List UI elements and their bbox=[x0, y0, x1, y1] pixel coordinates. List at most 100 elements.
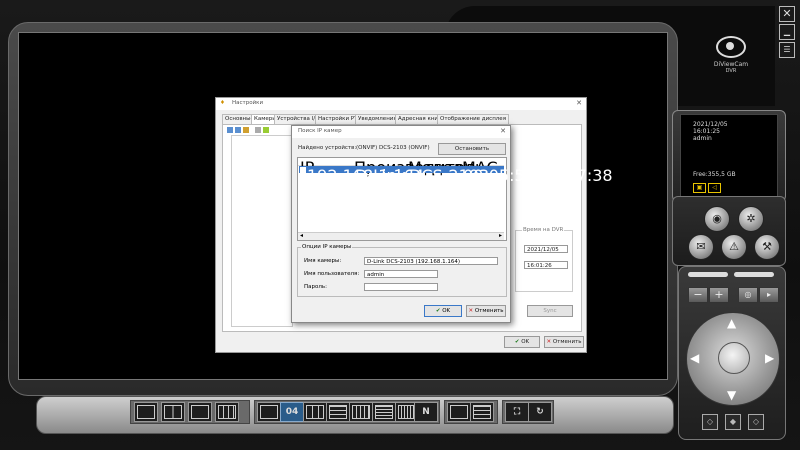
focus-slider[interactable] bbox=[734, 272, 774, 277]
filmstrip-button[interactable] bbox=[470, 402, 494, 422]
layout-grid-icon bbox=[218, 405, 236, 419]
stop-scan-button[interactable]: Остановить сканирование bbox=[438, 143, 506, 162]
sync-button[interactable]: Sync bbox=[527, 305, 573, 317]
ptz-right-icon[interactable]: ▶ bbox=[765, 351, 774, 365]
camera-name-field[interactable]: D-Link DCS-2103 (192.168.1.164) bbox=[364, 257, 498, 265]
close-button[interactable]: ✕ bbox=[779, 6, 795, 22]
focus-far-button[interactable]: ▸ bbox=[759, 287, 779, 303]
layout-custom-label: N bbox=[422, 407, 430, 417]
ptz-up-icon[interactable]: ▲ bbox=[727, 316, 736, 330]
row-checkbox[interactable] bbox=[300, 167, 306, 173]
cancel-x-icon: ✕ bbox=[468, 308, 474, 314]
sequence-button[interactable] bbox=[447, 402, 471, 422]
layout-single-button[interactable] bbox=[257, 402, 281, 422]
password-label: Пароль: bbox=[304, 284, 327, 290]
username-field[interactable]: admin bbox=[364, 270, 438, 278]
row-mac: 00:05:5A:03:27:38 bbox=[463, 166, 613, 185]
camera-name-label: Имя камеры: bbox=[304, 258, 342, 264]
filmstrip-icon bbox=[473, 405, 491, 419]
found-devices-label: Найдено устройств: bbox=[298, 145, 357, 151]
status-date: 2021/12/05 bbox=[693, 121, 728, 128]
row-vendor: D-Link bbox=[355, 166, 406, 185]
cancel-x-icon: ✕ bbox=[546, 339, 552, 345]
layout-grid-icon bbox=[352, 405, 370, 419]
password-field[interactable] bbox=[364, 283, 438, 291]
username-label: Имя пользователя: bbox=[304, 271, 360, 277]
fullscreen-button[interactable]: ⛶ bbox=[505, 402, 529, 422]
export-icon[interactable] bbox=[263, 127, 269, 133]
settings-close-icon[interactable]: ✕ bbox=[576, 99, 582, 107]
settings-title: Настройки bbox=[232, 100, 264, 106]
dvr-time-group: Время на DVR 2021/12/05 16:01:26 bbox=[515, 227, 573, 292]
record-button[interactable]: ◉ bbox=[704, 206, 730, 232]
layout-16-button[interactable] bbox=[349, 402, 373, 422]
mail-button[interactable]: ✉ bbox=[688, 234, 714, 260]
layout-grid-icon bbox=[329, 405, 347, 419]
found-devices-value: (ONVIF) DCS-2103 (ONVIF) bbox=[356, 145, 430, 151]
scroll-left-icon[interactable]: ◂ bbox=[300, 232, 303, 239]
status-user: admin bbox=[693, 135, 712, 142]
layout-8-button[interactable] bbox=[188, 402, 212, 422]
ptz-down-icon[interactable]: ▼ bbox=[727, 388, 736, 402]
layout-9-button[interactable] bbox=[303, 402, 327, 422]
settings-ok-button[interactable]: ✔ OK bbox=[504, 336, 540, 348]
delete-icon[interactable] bbox=[255, 127, 261, 133]
folder-icon[interactable] bbox=[243, 127, 249, 133]
layout-25-button[interactable] bbox=[372, 402, 396, 422]
minimize-button[interactable]: ▁ bbox=[779, 24, 795, 40]
search-cancel-button[interactable]: ✕ Отменить bbox=[466, 305, 506, 317]
alarm-button[interactable]: ⚠ bbox=[721, 234, 747, 260]
search-ok-label: OK bbox=[442, 308, 451, 314]
rotate-button[interactable]: ↻ bbox=[528, 402, 552, 422]
search-cam-icon[interactable] bbox=[227, 127, 233, 133]
table-row[interactable]: 192.168.1.164 D-Link DCS-2103 00:05:5A:0… bbox=[299, 166, 613, 185]
settings-tools-button[interactable]: ⚒ bbox=[754, 234, 780, 260]
eye-logo-icon bbox=[716, 36, 746, 58]
layout-grid-icon bbox=[306, 405, 324, 419]
search-close-icon[interactable]: ✕ bbox=[500, 127, 506, 135]
playback-button[interactable]: ✲ bbox=[738, 206, 764, 232]
menu-button[interactable]: ☰ bbox=[779, 42, 795, 58]
settings-app-icon: ♦ bbox=[220, 100, 225, 106]
search-title: Поиск IP камер bbox=[298, 128, 342, 134]
horizontal-scrollbar[interactable]: ◂ ▸ bbox=[298, 232, 504, 240]
options-group-title: Опции IP камеры bbox=[301, 244, 353, 250]
ptz-left-icon[interactable]: ◀ bbox=[690, 351, 699, 365]
layout-custom-button[interactable]: N bbox=[414, 402, 438, 422]
layout-1x1-button[interactable] bbox=[134, 402, 158, 422]
layout-grid-icon bbox=[137, 405, 155, 419]
dvr-time-field[interactable]: 16:01:26 bbox=[524, 261, 568, 269]
zoom-in-button[interactable]: + bbox=[709, 287, 729, 303]
search-zoom-icon[interactable] bbox=[235, 127, 241, 133]
preset-button-3[interactable]: ◇ bbox=[748, 414, 764, 430]
zoom-slider[interactable] bbox=[688, 272, 728, 277]
check-icon: ✔ bbox=[514, 339, 520, 345]
layout-6-button[interactable] bbox=[161, 402, 185, 422]
scroll-right-icon[interactable]: ▸ bbox=[499, 232, 502, 239]
layout-quad-button[interactable]: 04 bbox=[280, 402, 304, 422]
layout-quad-label: 04 bbox=[285, 407, 299, 417]
dvr-date-field[interactable]: 2021/12/05 bbox=[524, 245, 568, 253]
ptz-home-button[interactable] bbox=[718, 342, 750, 374]
ip-camera-options-group: Опции IP камеры Имя камеры: D-Link DCS-2… bbox=[297, 244, 507, 297]
preset-button-2[interactable]: ◆ bbox=[725, 414, 741, 430]
settings-ok-label: OK bbox=[521, 339, 530, 345]
layout-grid-icon bbox=[260, 405, 278, 419]
search-titlebar: Поиск IP камер ✕ bbox=[292, 126, 510, 138]
focus-near-button[interactable]: ◎ bbox=[738, 287, 758, 303]
status-time: 16:01:25 bbox=[693, 128, 720, 135]
record-status-icon: ▣ bbox=[693, 183, 706, 193]
camera-results-list[interactable]: IP Производитель Модель MAC 192.168.1.16… bbox=[297, 157, 613, 241]
logo-subtext: DVR bbox=[725, 68, 737, 74]
preset-button-1[interactable]: ◇ bbox=[702, 414, 718, 430]
brand-logo: DiViewCam DVR bbox=[696, 36, 766, 82]
camera-tree[interactable] bbox=[231, 135, 293, 327]
layout-10-button[interactable] bbox=[215, 402, 239, 422]
layout-13-button[interactable] bbox=[326, 402, 350, 422]
search-ok-button[interactable]: ✔ OK bbox=[424, 305, 462, 317]
rotate-icon: ↻ bbox=[536, 407, 544, 417]
sequence-icon bbox=[450, 405, 468, 419]
zoom-out-button[interactable]: − bbox=[688, 287, 708, 303]
settings-cancel-button[interactable]: ✕ Отменить bbox=[544, 336, 584, 348]
results-header: IP Производитель Модель MAC bbox=[298, 158, 504, 177]
